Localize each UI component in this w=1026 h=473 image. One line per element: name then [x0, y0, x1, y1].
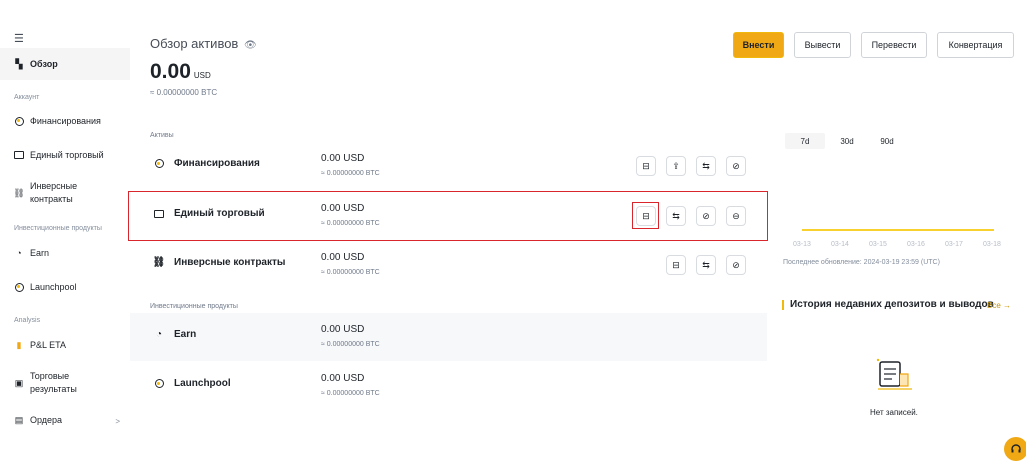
- sidebar-item-trading-results[interactable]: ▣ Торговые результаты: [0, 370, 130, 396]
- page-title: Обзор активов 👁: [150, 36, 257, 51]
- sidebar-section-analysis: Analysis: [14, 317, 41, 324]
- asset-btc: ≈ 0.00000000 BTC: [321, 170, 380, 177]
- asset-btc: ≈ 0.00000000 BTC: [321, 390, 380, 397]
- sidebar-item-overview[interactable]: ▚ Обзор: [0, 48, 130, 80]
- page-title-text: Обзор активов: [150, 36, 239, 51]
- orders-chevron-icon: >: [115, 417, 120, 426]
- sidebar-item-label: Earn: [30, 248, 50, 258]
- results-icon: ▣: [14, 377, 24, 388]
- launchpool-icon: [154, 379, 164, 389]
- period-30d[interactable]: 30d: [827, 133, 867, 149]
- period-7d[interactable]: 7d: [785, 133, 825, 149]
- earn-icon: ◔: [16, 248, 22, 258]
- link-icon: ⛓: [152, 257, 166, 268]
- sidebar-item-pnl[interactable]: ▮ P&L ETA: [0, 339, 130, 351]
- upload-icon[interactable]: ⇪: [666, 156, 686, 176]
- sidebar-item-label: Торговые результаты: [30, 371, 77, 394]
- orders-icon: ▤: [14, 414, 24, 425]
- sidebar-item-label: Единый торговый: [30, 150, 104, 160]
- grid-icon: ▚: [15, 58, 23, 69]
- asset-name-text: Инверсные контракты: [174, 257, 286, 268]
- convert-button[interactable]: Конвертация: [937, 32, 1014, 58]
- sidebar-item-label: Launchpool: [30, 282, 77, 292]
- x-tick: 03-18: [983, 241, 1001, 248]
- convert-icon[interactable]: ⊘: [726, 255, 746, 275]
- asset-name-text: Launchpool: [174, 378, 231, 389]
- asset-row-launchpool: Launchpool 0.00 USD ≈ 0.00000000 BTC: [130, 362, 767, 410]
- balance-unit: USD: [193, 71, 211, 80]
- headset-icon: [1011, 444, 1021, 453]
- invest-section-label: Инвестиционные продукты: [150, 303, 238, 310]
- balance-chart-line: [802, 229, 994, 231]
- coin-icon: [14, 116, 24, 126]
- asset-amount: 0.00 USD: [321, 324, 365, 335]
- sidebar-item-label: P&L ETA: [30, 340, 67, 350]
- total-balance: 0.00 USD: [150, 60, 211, 84]
- sidebar-item-label: Обзор: [30, 59, 58, 69]
- deposit-button[interactable]: Внести: [733, 32, 784, 58]
- sidebar: ☰ ▚ Обзор Аккаунт Финансирования Единый …: [0, 0, 132, 473]
- deposit-icon[interactable]: ⊟: [636, 156, 656, 176]
- assets-section-label: Активы: [150, 132, 174, 139]
- bar-chart-icon: ▮: [16, 339, 22, 350]
- deposit-icon[interactable]: ⊟: [666, 255, 686, 275]
- sidebar-item-label: Инверсные контракты: [30, 181, 78, 204]
- history-all-link[interactable]: Все →: [987, 301, 1011, 310]
- empty-records-icon: [876, 358, 912, 390]
- empty-records-text: Нет записей.: [870, 408, 918, 417]
- balance-btc: ≈ 0.00000000 BTC: [150, 88, 218, 97]
- asset-name-text: Earn: [174, 329, 197, 340]
- asset-row-earn: ◔ Earn 0.00 USD ≈ 0.00000000 BTC: [130, 313, 767, 361]
- transfer-button[interactable]: Перевести: [861, 32, 927, 58]
- x-tick: 03-16: [907, 241, 925, 248]
- history-title: История недавних депозитов и выводов: [790, 299, 994, 310]
- sidebar-item-label: Финансирования: [30, 116, 101, 126]
- support-button[interactable]: [1004, 437, 1026, 461]
- history-all-text[interactable]: Все: [987, 301, 1001, 310]
- transfer-icon[interactable]: ⇆: [696, 255, 716, 275]
- sidebar-item-unified-trading[interactable]: Единый торговый: [0, 150, 130, 160]
- convert-icon[interactable]: ⊘: [726, 156, 746, 176]
- last-updated: Последнее обновление: 2024-03-19 23:59 (…: [783, 259, 940, 266]
- highlight-deposit: [632, 202, 659, 229]
- asset-row-funding: Финансирования 0.00 USD ≈ 0.00000000 BTC…: [130, 142, 767, 190]
- sidebar-item-orders[interactable]: ▤ Ордера: [0, 414, 130, 426]
- wallet-icon: [14, 150, 24, 160]
- asset-name: Финансирования: [154, 158, 260, 169]
- transfer-icon[interactable]: ⇆: [696, 156, 716, 176]
- period-90d[interactable]: 90d: [867, 133, 907, 149]
- coin-icon: [154, 159, 164, 169]
- sidebar-section-account: Аккаунт: [14, 94, 40, 101]
- x-tick: 03-13: [793, 241, 811, 248]
- asset-amount: 0.00 USD: [321, 373, 365, 384]
- sidebar-item-earn[interactable]: ◔ Earn: [0, 248, 130, 258]
- asset-row-inverse: ⛓ Инверсные контракты 0.00 USD ≈ 0.00000…: [130, 241, 767, 289]
- asset-name: ⛓ Инверсные контракты: [152, 257, 286, 268]
- history-accent-bar: [782, 300, 784, 310]
- withdraw-button[interactable]: Вывести: [794, 32, 851, 58]
- asset-name-text: Финансирования: [174, 158, 260, 169]
- eye-icon[interactable]: 👁: [244, 40, 257, 51]
- asset-name: Launchpool: [154, 378, 231, 389]
- sidebar-item-label: Ордера: [30, 415, 63, 425]
- asset-btc: ≈ 0.00000000 BTC: [321, 341, 380, 348]
- sidebar-section-invest: Инвестиционные продукты: [14, 225, 102, 232]
- asset-amount: 0.00 USD: [321, 153, 365, 164]
- arrow-right-icon: →: [1003, 301, 1012, 310]
- x-tick: 03-17: [945, 241, 963, 248]
- sidebar-item-inverse-contracts[interactable]: ⛓ Инверсные контракты: [0, 180, 130, 206]
- launchpool-icon: [14, 282, 24, 292]
- asset-btc: ≈ 0.00000000 BTC: [321, 269, 380, 276]
- highlight-box: [128, 191, 768, 241]
- sidebar-item-funding[interactable]: Финансирования: [0, 116, 130, 126]
- asset-name: ◔ Earn: [154, 329, 196, 340]
- balance-value: 0.00: [150, 60, 191, 83]
- link-icon: ⛓: [13, 187, 25, 198]
- asset-amount: 0.00 USD: [321, 252, 365, 263]
- x-tick: 03-14: [831, 241, 849, 248]
- menu-collapse-icon[interactable]: ☰: [14, 32, 24, 45]
- sidebar-item-launchpool[interactable]: Launchpool: [0, 282, 130, 292]
- earn-icon: ◔: [155, 329, 163, 340]
- x-tick: 03-15: [869, 241, 887, 248]
